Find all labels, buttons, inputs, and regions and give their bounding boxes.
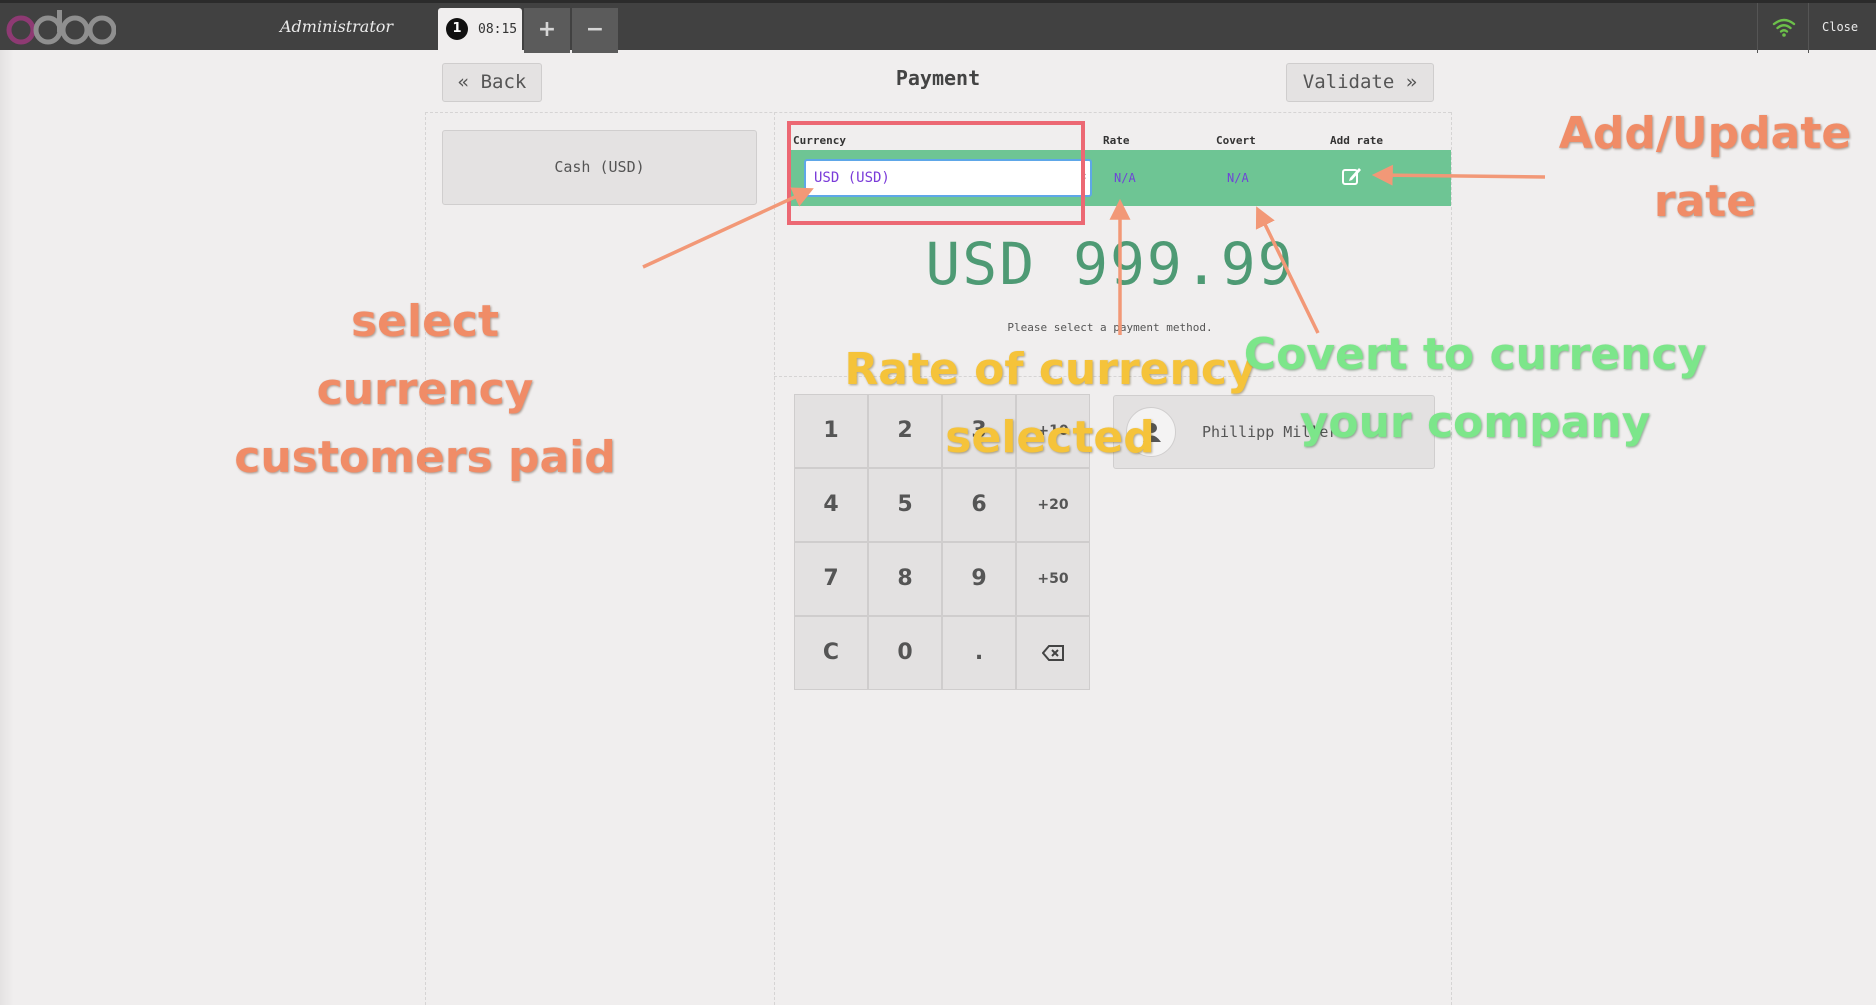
page-title: Payment xyxy=(895,66,981,90)
covert-value: N/A xyxy=(1227,171,1249,185)
annotation-line: select xyxy=(350,296,500,347)
order-number-badge: 1 xyxy=(446,18,468,40)
order-tab[interactable]: 1 08:15 xyxy=(438,8,522,53)
numpad-key[interactable]: C xyxy=(794,616,868,690)
backspace-key[interactable] xyxy=(1016,616,1090,690)
annotation-line: Covert to currency xyxy=(1243,329,1707,380)
numpad-key[interactable]: 6 xyxy=(942,468,1016,542)
back-label: Back xyxy=(480,71,527,93)
numpad-key[interactable]: . xyxy=(942,616,1016,690)
annotation-line: Add/Update xyxy=(1558,108,1852,159)
column-divider xyxy=(774,112,775,1005)
user-name: Administrator xyxy=(280,17,394,36)
odoo-logo xyxy=(6,10,116,45)
validate-button[interactable]: Validate » xyxy=(1286,63,1434,102)
back-button[interactable]: « Back xyxy=(442,63,542,102)
amount-due: USD 999.99 xyxy=(925,230,1295,298)
currency-highlight-box xyxy=(787,121,1085,225)
annotation-line: rate xyxy=(1653,176,1757,227)
annotation-line: currency xyxy=(316,364,534,415)
validate-label: Validate xyxy=(1302,71,1395,93)
annotation-add-update-rate: Add/Update rate xyxy=(1515,100,1876,236)
backspace-icon xyxy=(1041,645,1064,661)
edit-icon[interactable] xyxy=(1341,165,1363,187)
topbar-divider xyxy=(1808,3,1809,53)
column-divider xyxy=(425,112,426,1005)
numpad-key[interactable]: 4 xyxy=(794,468,868,542)
double-chevron-left-icon: « xyxy=(457,71,470,93)
rate-value: N/A xyxy=(1114,171,1136,185)
remove-order-button[interactable]: − xyxy=(572,8,618,53)
annotation-line: your company xyxy=(1299,397,1651,448)
left-edge-shadow xyxy=(0,50,14,1005)
close-button[interactable]: Close xyxy=(1822,20,1858,34)
payment-hint: Please select a payment method. xyxy=(1007,321,1213,334)
covert-column-header: Covert xyxy=(1216,134,1256,147)
top-bar: Administrator 1 08:15 + − Close xyxy=(0,0,1876,53)
annotation-select-currency: select currency customers paid xyxy=(205,288,645,492)
annotation-line: Rate of currency xyxy=(844,344,1256,395)
payment-method-cash[interactable]: Cash (USD) xyxy=(442,130,757,205)
annotation-covert-to-currency: Covert to currency your company xyxy=(1240,321,1710,457)
header-divider xyxy=(425,112,1451,113)
numpad-key[interactable]: 0 xyxy=(868,616,942,690)
numpad-key[interactable]: +50 xyxy=(1016,542,1090,616)
numpad-key[interactable]: 7 xyxy=(794,542,868,616)
numpad-key[interactable]: 9 xyxy=(942,542,1016,616)
column-divider xyxy=(1451,112,1452,1005)
plus-icon: + xyxy=(537,17,557,42)
annotation-line: selected xyxy=(945,412,1155,463)
topbar-divider xyxy=(1757,3,1758,53)
pos-payment-screen: Administrator 1 08:15 + − Close « Back P… xyxy=(0,0,1876,1005)
wifi-icon xyxy=(1772,18,1796,37)
add-rate-column-header: Add rate xyxy=(1330,134,1383,147)
double-chevron-right-icon: » xyxy=(1405,71,1418,93)
numpad-key[interactable]: +20 xyxy=(1016,468,1090,542)
numpad-key[interactable]: 5 xyxy=(868,468,942,542)
add-order-button[interactable]: + xyxy=(524,8,570,53)
annotation-rate-of-currency: Rate of currency selected xyxy=(820,336,1280,472)
numpad-key[interactable]: 8 xyxy=(868,542,942,616)
minus-icon: − xyxy=(585,17,605,42)
order-time: 08:15 xyxy=(478,22,518,37)
rate-column-header: Rate xyxy=(1103,134,1130,147)
annotation-line: customers paid xyxy=(234,432,616,483)
